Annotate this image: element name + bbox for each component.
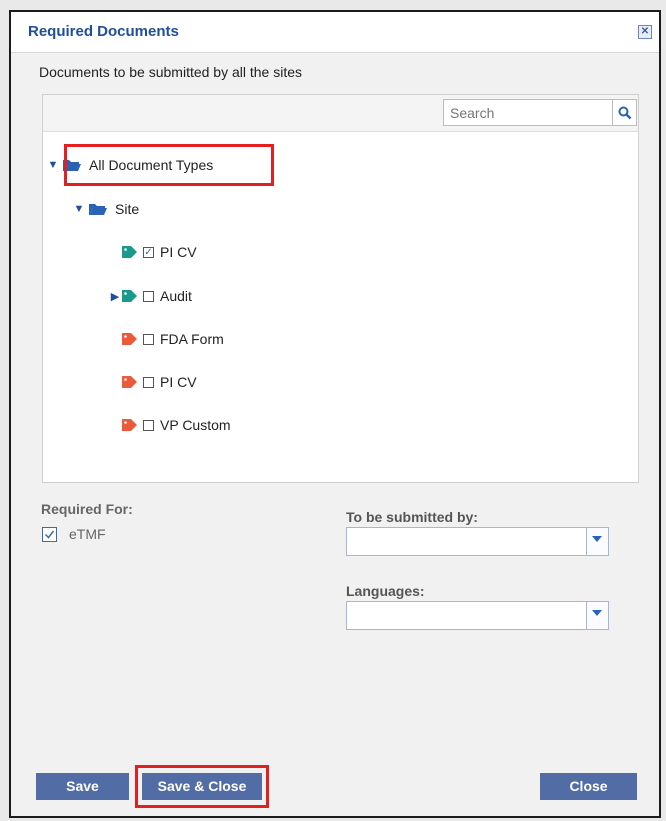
document-checkbox[interactable]: [143, 376, 154, 388]
submitted-by-label: To be submitted by:: [346, 509, 478, 525]
etmf-checkbox[interactable]: [42, 526, 57, 542]
tree-item-pi-cv-2[interactable]: PI CV: [109, 371, 197, 393]
tag-icon: [122, 246, 137, 258]
tree-item-audit[interactable]: ▶ Audit: [109, 285, 192, 307]
save-button[interactable]: Save: [36, 773, 129, 800]
search-input[interactable]: [443, 99, 613, 126]
tree-item-vp-custom[interactable]: VP Custom: [109, 414, 231, 436]
dialog-subtitle: Documents to be submitted by all the sit…: [39, 64, 303, 80]
dialog-titlebar: Required Documents ✕: [11, 12, 659, 53]
tag-icon: [122, 376, 137, 388]
dialog-title: Required Documents: [28, 23, 179, 40]
etmf-option[interactable]: eTMF: [42, 526, 106, 542]
submitted-by-select[interactable]: [346, 527, 609, 556]
document-label: FDA Form: [160, 331, 224, 347]
document-checkbox[interactable]: [143, 333, 154, 345]
languages-label: Languages:: [346, 583, 425, 599]
document-label: PI CV: [160, 374, 197, 390]
document-checkbox[interactable]: ✓: [143, 246, 154, 258]
document-label: PI CV: [160, 244, 197, 260]
tree-item-fda-form[interactable]: FDA Form: [109, 328, 224, 350]
tag-icon: [122, 333, 137, 345]
caret-right-icon[interactable]: ▶: [109, 290, 121, 303]
document-checkbox[interactable]: [143, 419, 154, 431]
required-for-label: Required For:: [41, 501, 133, 517]
etmf-label: eTMF: [69, 526, 106, 542]
document-checkbox[interactable]: [143, 290, 154, 302]
chevron-down-icon[interactable]: [586, 602, 608, 629]
tree-item-pi-cv-1[interactable]: ✓ PI CV: [109, 241, 197, 263]
languages-select[interactable]: [346, 601, 609, 630]
document-label: VP Custom: [160, 417, 231, 433]
search-icon: [618, 106, 632, 120]
required-documents-dialog: Required Documents ✕ Documents to be sub…: [9, 10, 661, 818]
tree-node-site[interactable]: ▼ Site: [73, 198, 140, 220]
folder-open-icon: [89, 204, 107, 215]
search-button[interactable]: [613, 99, 637, 126]
close-icon[interactable]: ✕: [638, 25, 652, 39]
highlight-box-root: [64, 144, 274, 186]
tree-toolbar: [43, 95, 638, 132]
search-box: [443, 99, 637, 126]
tag-icon: [122, 419, 137, 431]
document-label: Audit: [160, 288, 192, 304]
tree-node-label: Site: [115, 201, 140, 217]
check-icon: [44, 530, 55, 539]
tag-icon: [122, 290, 137, 302]
document-tree-panel: ▼ All Document Types ▼ Site ✓ PI CV: [42, 94, 639, 483]
chevron-down-icon[interactable]: [586, 528, 608, 555]
highlight-box-save-close: [135, 765, 269, 808]
caret-down-icon[interactable]: ▼: [73, 203, 85, 215]
close-button[interactable]: Close: [540, 773, 637, 800]
caret-down-icon[interactable]: ▼: [47, 159, 59, 171]
